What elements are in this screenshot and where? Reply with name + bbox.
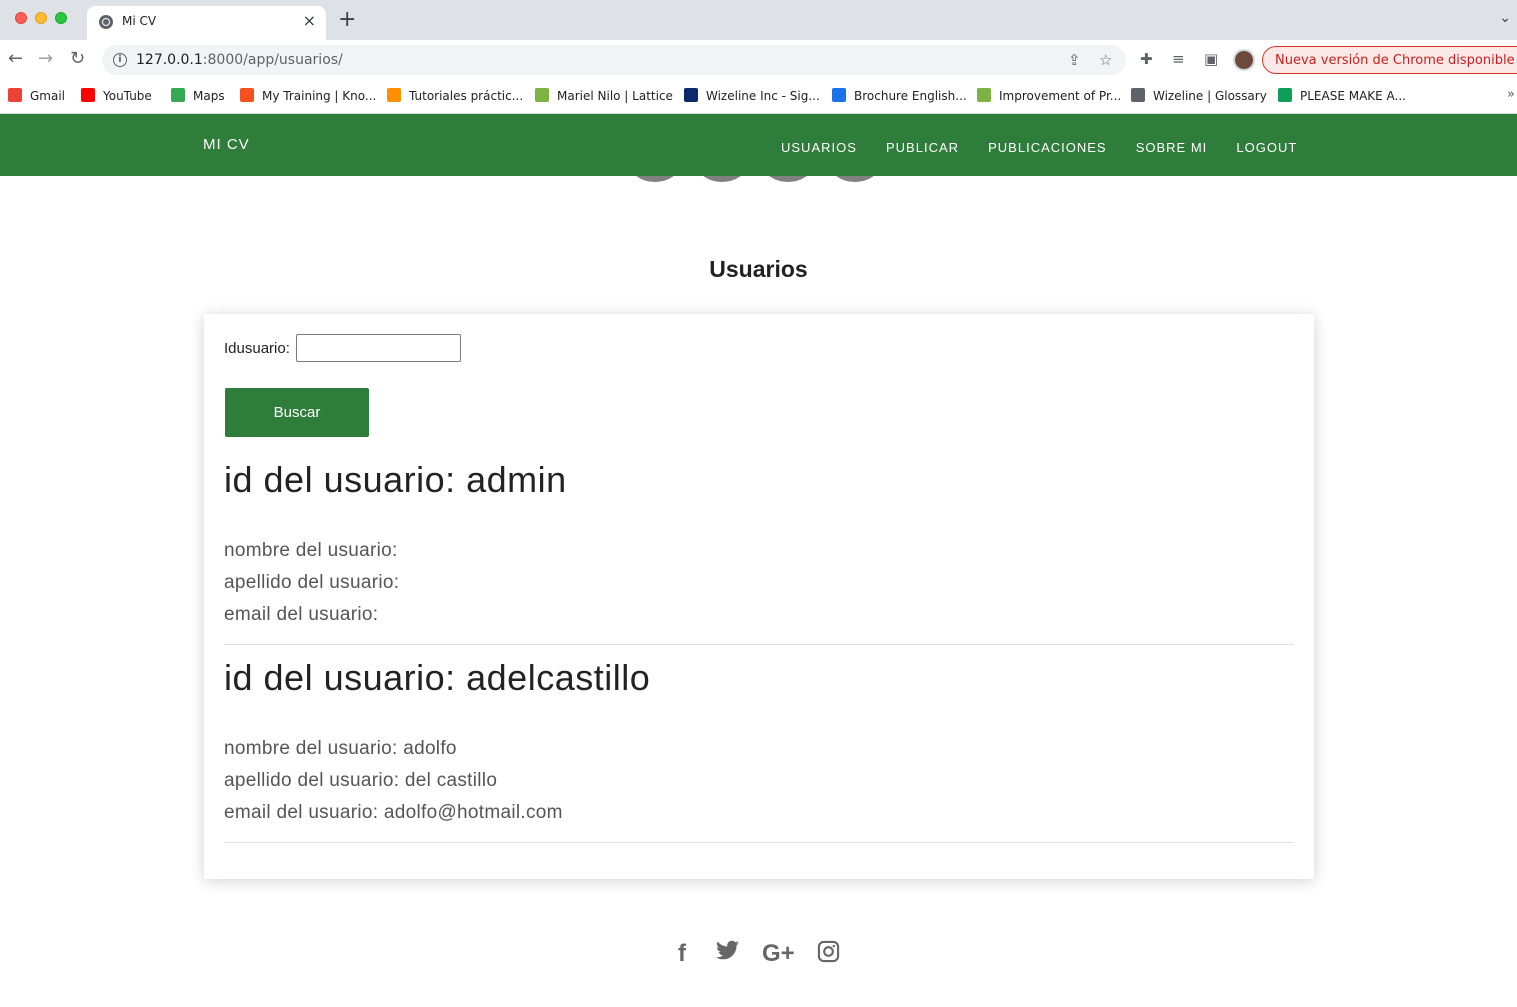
window-zoom-button[interactable] (55, 12, 67, 24)
google-sheets-icon (1278, 88, 1292, 102)
address-bar[interactable]: i 127.0.0.1:8000/app/usuarios/ ⇪ ☆ (102, 45, 1126, 75)
bookmark-lattice[interactable]: Mariel Nilo | Lattice (535, 88, 673, 103)
chrome-update-chip[interactable]: Nueva versión de Chrome disponible (1262, 46, 1517, 74)
google-drive-icon (832, 88, 846, 102)
tab-search-chevron-icon[interactable]: ⌄ (1499, 10, 1511, 26)
nav-sobre-mi[interactable]: SOBRE MI (1136, 140, 1208, 155)
wizeline-icon (684, 88, 698, 102)
bookmark-my-training[interactable]: My Training | Kno... (240, 88, 376, 103)
back-arrow-icon[interactable]: ← (8, 48, 23, 70)
bookmark-youtube[interactable]: YouTube (81, 88, 152, 103)
idusuario-label: Idusuario: (224, 340, 290, 357)
nav-publicaciones[interactable]: PUBLICACIONES (988, 140, 1106, 155)
browser-tab[interactable]: Mi CV × (87, 6, 326, 40)
profile-avatar[interactable] (1233, 49, 1255, 71)
user-id-heading: id del usuario: admin (224, 459, 567, 500)
bookmark-tutoriales[interactable]: Tutoriales práctic... (387, 88, 523, 103)
user-entry: id del usuario: adelcastillo nombre del … (224, 657, 1294, 829)
user-id-heading: id del usuario: adelcastillo (224, 657, 651, 698)
site-info-icon[interactable]: i (113, 53, 127, 67)
bookmark-brochure[interactable]: Brochure English... (832, 88, 967, 103)
idusuario-input[interactable] (296, 334, 461, 362)
bookmark-wizeline-glossary[interactable]: Wizeline | Glossary (1131, 88, 1267, 103)
divider (224, 842, 1294, 843)
divider (224, 644, 1294, 645)
bookmarks-bar: Gmail YouTube Maps My Training | Kno... … (0, 80, 1517, 114)
share-icon[interactable]: ⇪ (1068, 51, 1081, 69)
side-panel-icon[interactable]: ▣ (1204, 50, 1218, 68)
user-lastname-line: apellido del usuario: del castillo (224, 770, 498, 791)
bookmark-star-icon[interactable]: ☆ (1099, 51, 1112, 69)
nav-publicar[interactable]: PUBLICAR (886, 140, 959, 155)
cube-icon (387, 88, 401, 102)
bookmark-please-make[interactable]: PLEASE MAKE A... (1278, 88, 1406, 103)
reload-icon[interactable]: ↻ (70, 48, 85, 70)
extensions-puzzle-icon[interactable]: ✚ (1140, 50, 1153, 68)
browser-toolbar: ← → ↻ i 127.0.0.1:8000/app/usuarios/ ⇪ ☆… (0, 40, 1517, 80)
site-brand[interactable]: MI CV (203, 136, 250, 153)
tab-close-icon[interactable]: × (303, 12, 316, 30)
bookmark-improvement[interactable]: Improvement of Pr... (977, 88, 1121, 103)
lattice-icon (535, 88, 549, 102)
google-plus-icon[interactable]: G+ (762, 940, 795, 968)
url-text[interactable]: 127.0.0.1:8000/app/usuarios/ (136, 52, 343, 68)
lattice-icon (977, 88, 991, 102)
instagram-icon[interactable] (817, 940, 840, 970)
bookmark-gmail[interactable]: Gmail (8, 88, 65, 103)
search-button[interactable]: Buscar (225, 388, 369, 437)
training-icon (240, 88, 254, 102)
new-tab-icon[interactable]: + (338, 8, 356, 32)
bookmark-wizeline-sig[interactable]: Wizeline Inc - Sig... (684, 88, 820, 103)
gmail-icon (8, 88, 22, 102)
bookmarks-overflow-icon[interactable]: » (1507, 87, 1515, 102)
window-minimize-button[interactable] (35, 12, 47, 24)
forward-arrow-icon[interactable]: → (38, 48, 53, 70)
user-entry: id del usuario: admin nombre del usuario… (224, 459, 1294, 631)
maps-pin-icon (171, 88, 185, 102)
users-card: Idusuario: Buscar id del usuario: admin … (204, 314, 1314, 879)
globe-icon (1131, 88, 1145, 102)
nav-usuarios[interactable]: USUARIOS (781, 140, 857, 155)
nav-links: USUARIOS PUBLICAR PUBLICACIONES SOBRE MI… (781, 137, 1321, 156)
user-lastname-line: apellido del usuario: (224, 572, 400, 593)
media-queue-icon[interactable]: ≡ (1172, 50, 1185, 68)
facebook-icon[interactable]: f (678, 940, 686, 968)
tab-title: Mi CV (122, 14, 157, 28)
page-title: Usuarios (709, 256, 808, 282)
globe-icon (99, 15, 113, 29)
nav-logout[interactable]: LOGOUT (1236, 140, 1297, 155)
user-email-line: email del usuario: adolfo@hotmail.com (224, 802, 563, 823)
user-name-line: nombre del usuario: (224, 540, 398, 561)
user-name-line: nombre del usuario: adolfo (224, 738, 457, 759)
twitter-icon[interactable] (716, 940, 740, 969)
window-close-button[interactable] (15, 12, 27, 24)
bookmark-maps[interactable]: Maps (171, 88, 225, 103)
youtube-icon (81, 88, 95, 102)
user-email-line: email del usuario: (224, 604, 379, 625)
site-navbar: MI CV USUARIOS PUBLICAR PUBLICACIONES SO… (0, 114, 1517, 176)
browser-tab-strip: Mi CV × + ⌄ (0, 0, 1517, 40)
